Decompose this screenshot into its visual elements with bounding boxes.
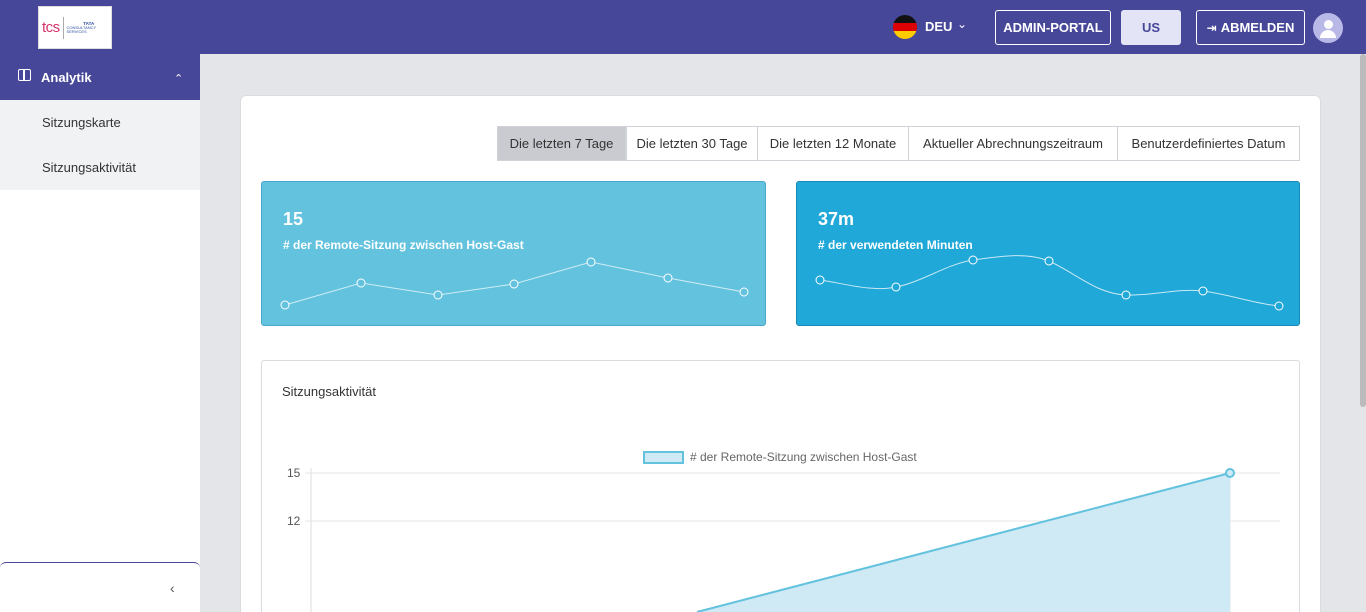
page-scrollbar[interactable] bbox=[1360, 54, 1366, 407]
activity-chart-plot bbox=[305, 468, 1280, 612]
data-point-last bbox=[1225, 468, 1235, 478]
